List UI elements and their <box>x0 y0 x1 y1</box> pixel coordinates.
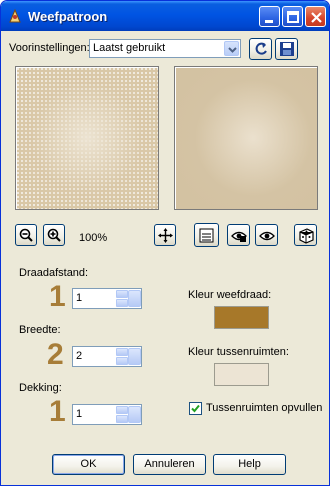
tussenruimten-color-label: Kleur tussenruimten: <box>188 346 289 358</box>
draadafstand-label: Draadafstand: <box>19 267 89 279</box>
dekking-number: 1 <box>49 395 66 428</box>
draadafstand-value[interactable]: 1 <box>76 292 82 304</box>
ok-button[interactable]: OK <box>52 454 125 475</box>
weefdraad-color-swatch[interactable] <box>214 306 269 329</box>
dekking-spinner[interactable]: 1 <box>72 404 142 425</box>
spin-down[interactable] <box>116 415 128 423</box>
spin-up[interactable] <box>116 290 128 298</box>
tussenruimten-opvullen-label[interactable]: Tussenruimten opvullen <box>206 402 322 414</box>
randomize-button[interactable] <box>294 224 317 246</box>
up-down-arrows-icon[interactable] <box>116 348 128 365</box>
auto-proof-button[interactable] <box>227 224 250 246</box>
zoom-out-button[interactable] <box>15 224 37 246</box>
tussenruimten-color-swatch[interactable] <box>214 363 269 386</box>
checkmark-icon <box>191 404 200 413</box>
dialog-window: Weefpatroon Voorinstellingen: Laatst geb… <box>0 0 330 486</box>
zoom-in-button[interactable] <box>43 224 65 246</box>
spin-up[interactable] <box>116 406 128 414</box>
maximize-button[interactable] <box>282 6 303 27</box>
proof-preview-icon <box>199 228 214 243</box>
app-icon <box>7 8 23 24</box>
window-title: Weefpatroon <box>28 9 108 24</box>
draadafstand-spinner[interactable]: 1 <box>72 288 142 309</box>
dekking-label: Dekking: <box>19 382 62 394</box>
breedte-spinner[interactable]: 2 <box>72 346 142 367</box>
dice-icon <box>299 228 314 244</box>
presets-label: Voorinstellingen: <box>9 42 90 54</box>
reset-preset-button[interactable] <box>249 38 272 60</box>
weefdraad-color-label: Kleur weefdraad: <box>188 289 272 301</box>
zoom-out-icon <box>19 228 33 242</box>
spin-up[interactable] <box>116 348 128 356</box>
chevron-down-icon[interactable] <box>128 406 141 423</box>
preview-eye-button[interactable] <box>255 224 278 246</box>
breedte-number: 2 <box>47 338 64 371</box>
original-preview[interactable] <box>15 66 159 210</box>
minimize-button[interactable] <box>259 6 280 27</box>
breedte-label: Breedte: <box>19 324 61 336</box>
up-down-arrows-icon[interactable] <box>116 290 128 307</box>
cancel-button[interactable]: Annuleren <box>133 454 206 475</box>
minimize-icon <box>265 20 273 23</box>
proof-toggle-button[interactable] <box>194 223 219 247</box>
floppy-save-icon <box>280 42 294 56</box>
spin-down[interactable] <box>116 357 128 365</box>
reset-arrow-icon <box>255 42 267 55</box>
chevron-down-icon[interactable] <box>128 348 141 365</box>
dekking-value[interactable]: 1 <box>76 408 82 420</box>
up-down-arrows-icon[interactable] <box>116 406 128 423</box>
presets-dropdown[interactable]: Laatst gebruikt <box>89 39 241 58</box>
presets-value: Laatst gebruikt <box>93 42 166 54</box>
save-preset-button[interactable] <box>275 38 298 60</box>
move-icon <box>158 228 173 243</box>
maximize-icon <box>287 11 299 23</box>
breedte-value[interactable]: 2 <box>76 350 82 362</box>
title-bar[interactable]: Weefpatroon <box>1 1 329 31</box>
help-button[interactable]: Help <box>213 454 286 475</box>
tussenruimten-opvullen-checkbox[interactable] <box>189 402 202 415</box>
pan-button[interactable] <box>154 224 176 246</box>
zoom-in-icon <box>47 228 61 242</box>
result-preview[interactable] <box>174 66 318 210</box>
chevron-down-icon[interactable] <box>128 290 141 307</box>
close-icon <box>311 12 322 23</box>
spin-down[interactable] <box>116 299 128 307</box>
close-button[interactable] <box>305 6 326 27</box>
chevron-down-icon[interactable] <box>224 41 239 56</box>
draadafstand-number: 1 <box>49 280 66 313</box>
eye-lock-icon <box>231 231 247 242</box>
zoom-level: 100% <box>79 232 108 244</box>
eye-icon <box>259 231 275 241</box>
